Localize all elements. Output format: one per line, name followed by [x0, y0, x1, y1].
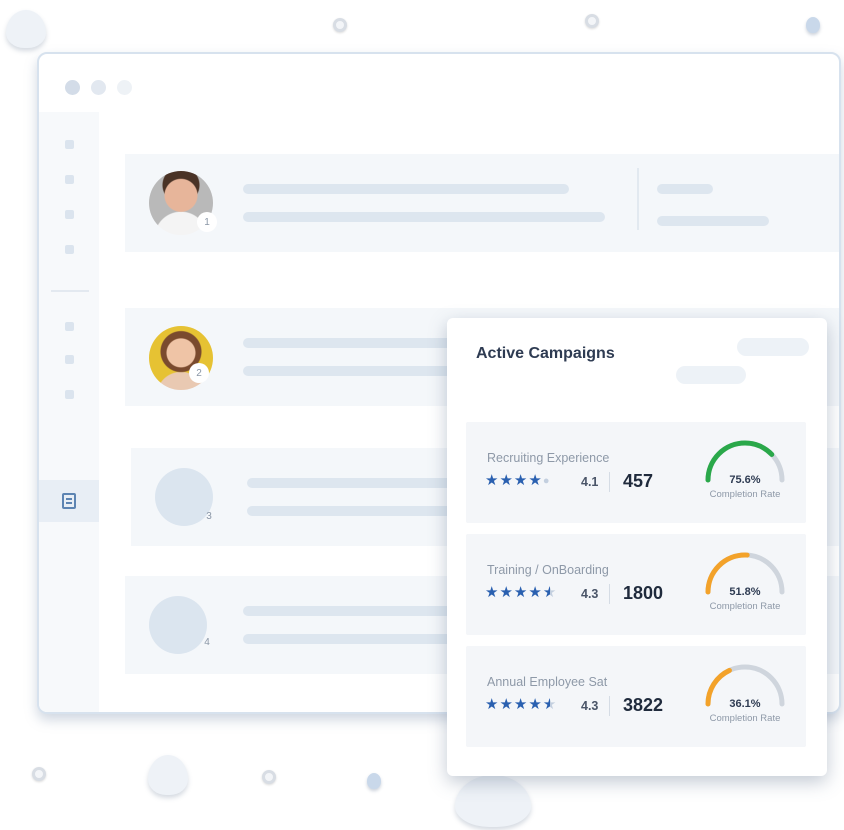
rank-badge: 1	[197, 212, 217, 232]
campaign-item[interactable]: Training / OnBoarding ★ ★ ★ ★ ★ 4.3 1800…	[466, 534, 806, 635]
campaign-name: Recruiting Experience	[487, 451, 610, 465]
placeholder-line	[657, 184, 713, 194]
window-maximize-button[interactable]	[117, 80, 132, 95]
completion-label: Completion Rate	[709, 713, 781, 724]
decorative-blob	[148, 755, 188, 795]
decorative-ring	[585, 14, 599, 28]
star-icon: ★	[485, 584, 499, 601]
decorative-blob	[6, 10, 46, 48]
star-icon: ★	[513, 696, 528, 713]
response-count: 457	[623, 471, 654, 491]
rating-value: 4.1	[581, 475, 599, 489]
decorative-dot	[806, 17, 820, 33]
star-icon: ★	[499, 696, 513, 713]
sidebar-item[interactable]	[65, 210, 74, 219]
campaign-item[interactable]: Annual Employee Sat ★ ★ ★ ★ ★ 4.3 3822 3…	[466, 646, 806, 747]
star-icon: ★	[485, 472, 499, 489]
decorative-ring	[32, 767, 46, 781]
rank-badge: 3	[206, 510, 212, 522]
response-count: 1800	[623, 583, 664, 603]
list-item[interactable]: 1	[125, 154, 839, 252]
sidebar-item[interactable]	[65, 355, 74, 364]
star-icon: ★	[528, 472, 542, 489]
sidebar-item[interactable]	[65, 140, 74, 149]
star-icon: ★	[485, 696, 499, 713]
card-title: Active Campaigns	[476, 345, 615, 362]
placeholder-line	[657, 216, 769, 226]
completion-gauge: 36.1% Completion Rate	[700, 662, 790, 732]
star-icon: ★	[513, 584, 528, 601]
placeholder-line	[243, 184, 569, 194]
divider	[609, 696, 610, 716]
sidebar	[39, 112, 99, 712]
star-rating: ★ ★ ★ ★ ★	[485, 585, 556, 601]
window-close-button[interactable]	[65, 80, 80, 95]
star-rating: ★ ★ ★ ★ ●	[485, 473, 549, 489]
active-campaigns-card: Active Campaigns Recruiting Experience ★…	[447, 318, 827, 776]
rank-badge: 4	[204, 636, 210, 648]
divider	[609, 472, 610, 492]
window-controls	[65, 80, 132, 95]
completion-gauge: 51.8% Completion Rate	[700, 550, 790, 620]
sidebar-item-active[interactable]	[39, 480, 99, 522]
document-icon	[62, 493, 76, 509]
campaign-name: Annual Employee Sat	[487, 675, 608, 689]
placeholder-pill	[676, 366, 746, 384]
star-icon: ●	[542, 475, 550, 487]
completion-gauge: 75.6% Completion Rate	[700, 438, 790, 508]
half-star-icon: ★	[542, 696, 557, 713]
sidebar-item[interactable]	[65, 245, 74, 254]
placeholder-pill	[737, 338, 809, 356]
placeholder-line	[243, 212, 605, 222]
rating-value: 4.3	[581, 587, 599, 601]
rank-badge: 2	[189, 363, 209, 383]
campaign-name: Training / OnBoarding	[487, 563, 609, 577]
completion-value: 75.6%	[729, 474, 761, 486]
campaign-item[interactable]: Recruiting Experience ★ ★ ★ ★ ● 4.1 457 …	[466, 422, 806, 523]
half-star-icon: ★	[542, 584, 557, 601]
column-divider	[637, 168, 639, 230]
decorative-dot	[367, 773, 381, 789]
star-icon: ★	[528, 696, 542, 713]
decorative-ring	[262, 770, 276, 784]
star-rating: ★ ★ ★ ★ ★	[485, 697, 556, 713]
completion-label: Completion Rate	[709, 489, 781, 500]
response-count: 3822	[623, 695, 664, 715]
decorative-ring	[333, 18, 347, 32]
completion-value: 36.1%	[729, 698, 761, 710]
window-minimize-button[interactable]	[91, 80, 106, 95]
star-icon: ★	[499, 584, 513, 601]
completion-value: 51.8%	[729, 586, 761, 598]
star-icon: ★	[528, 584, 542, 601]
star-icon: ★	[499, 472, 513, 489]
sidebar-item[interactable]	[65, 175, 74, 184]
sidebar-divider	[51, 290, 89, 292]
completion-label: Completion Rate	[709, 601, 781, 612]
decorative-blob	[455, 775, 531, 827]
star-icon: ★	[513, 472, 528, 489]
sidebar-item[interactable]	[65, 322, 74, 331]
rating-value: 4.3	[581, 699, 599, 713]
sidebar-item[interactable]	[65, 390, 74, 399]
divider	[609, 584, 610, 604]
